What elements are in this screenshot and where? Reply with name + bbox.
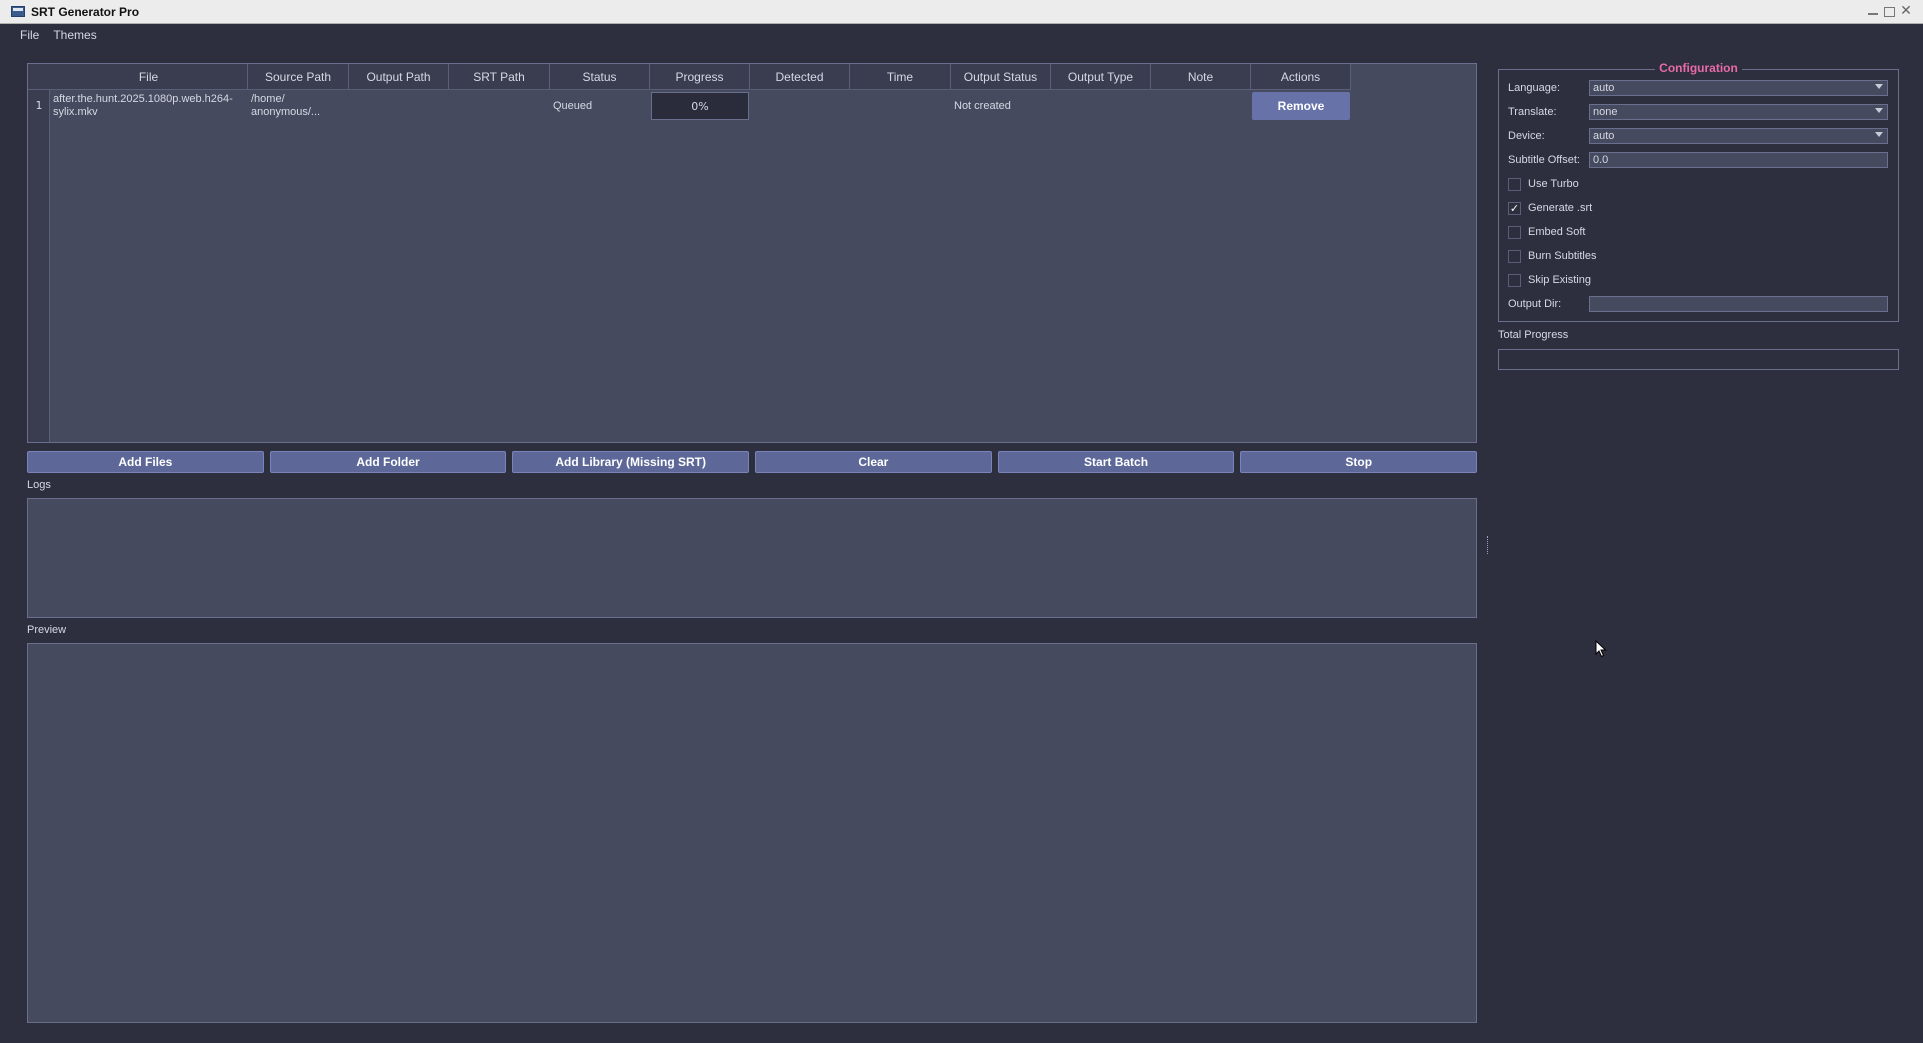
- window-title: SRT Generator Pro: [31, 4, 140, 19]
- row-number[interactable]: 1: [28, 91, 50, 121]
- cell-output-status[interactable]: Not created: [951, 91, 1051, 121]
- cell-file[interactable]: after.the.hunt.2025.1080p.web.h264-sylix…: [50, 91, 248, 121]
- output-dir-label: Output Dir:: [1508, 298, 1562, 310]
- generate-srt-row[interactable]: ✓ Generate .srt: [1508, 199, 1592, 217]
- column-header-time[interactable]: Time: [850, 64, 951, 90]
- column-header-file[interactable]: File: [50, 64, 248, 90]
- language-select[interactable]: auto: [1589, 80, 1888, 96]
- stop-button[interactable]: Stop: [1240, 451, 1478, 473]
- cell-output-type[interactable]: [1051, 91, 1151, 121]
- device-value: auto: [1593, 130, 1615, 142]
- column-header-output-type[interactable]: Output Type: [1051, 64, 1151, 90]
- configuration-title: Configuration: [1655, 61, 1742, 75]
- row-progress-bar: 0%: [651, 92, 749, 120]
- column-header-note[interactable]: Note: [1151, 64, 1251, 90]
- preview-label: Preview: [27, 624, 67, 636]
- close-icon[interactable]: ✕: [1899, 4, 1913, 18]
- title-bar: SRT Generator Pro ✕: [0, 0, 1923, 24]
- window-controls: ✕: [1866, 4, 1913, 18]
- embed-soft-label: Embed Soft: [1528, 226, 1586, 238]
- column-header-progress[interactable]: Progress: [650, 64, 750, 90]
- translate-label: Translate:: [1508, 106, 1557, 118]
- subtitle-offset-input[interactable]: 0.0: [1589, 152, 1888, 168]
- device-select[interactable]: auto: [1589, 128, 1888, 144]
- splitter-handle[interactable]: [1487, 536, 1489, 554]
- cell-note[interactable]: [1151, 91, 1251, 121]
- total-progress-label: Total Progress: [1498, 329, 1569, 341]
- cell-actions: Remove: [1251, 91, 1351, 121]
- column-header-output-path[interactable]: Output Path: [349, 64, 449, 90]
- maximize-icon[interactable]: [1884, 7, 1895, 17]
- device-row: Device: auto: [1508, 127, 1888, 145]
- burn-subtitles-checkbox[interactable]: [1508, 249, 1521, 263]
- language-label: Language:: [1508, 82, 1560, 94]
- subtitle-offset-label: Subtitle Offset:: [1508, 154, 1580, 166]
- total-progress-bar: [1498, 349, 1899, 370]
- remove-button[interactable]: Remove: [1252, 92, 1350, 120]
- skip-existing-row[interactable]: Skip Existing: [1508, 271, 1591, 289]
- subtitle-offset-row: Subtitle Offset: 0.0: [1508, 151, 1888, 169]
- menu-bar: File Themes: [0, 24, 1923, 46]
- column-header-actions[interactable]: Actions: [1251, 64, 1351, 90]
- skip-existing-label: Skip Existing: [1528, 274, 1591, 286]
- column-header-srt-path[interactable]: SRT Path: [449, 64, 550, 90]
- burn-subtitles-row[interactable]: Burn Subtitles: [1508, 247, 1596, 265]
- generate-srt-label: Generate .srt: [1528, 202, 1593, 214]
- chevron-down-icon: [1875, 108, 1883, 113]
- table-corner: [28, 64, 50, 90]
- cell-progress: 0%: [650, 91, 750, 121]
- chevron-down-icon: [1875, 132, 1883, 137]
- burn-subtitles-label: Burn Subtitles: [1528, 250, 1597, 262]
- app-icon: [11, 6, 25, 17]
- translate-row: Translate: none: [1508, 103, 1888, 121]
- menu-file[interactable]: File: [20, 28, 39, 42]
- add-files-button[interactable]: Add Files: [27, 451, 264, 473]
- cell-time[interactable]: [850, 91, 951, 121]
- logs-label: Logs: [27, 479, 51, 491]
- translate-value: none: [1593, 106, 1618, 118]
- skip-existing-checkbox[interactable]: [1508, 273, 1521, 287]
- cell-output-path[interactable]: [349, 91, 449, 121]
- action-button-row: Add Files Add Folder Add Library (Missin…: [27, 451, 1478, 473]
- configuration-panel: Configuration Language: auto Translate: …: [1498, 61, 1899, 322]
- translate-select[interactable]: none: [1589, 104, 1888, 120]
- output-dir-row: Output Dir:: [1508, 295, 1888, 313]
- minimize-icon[interactable]: [1866, 5, 1880, 18]
- cell-srt-path[interactable]: [449, 91, 550, 121]
- use-turbo-checkbox[interactable]: [1508, 177, 1521, 191]
- output-dir-input[interactable]: [1589, 296, 1888, 312]
- preview-panel[interactable]: [27, 643, 1477, 1023]
- table-header: File Source Path Output Path SRT Path St…: [50, 64, 1351, 90]
- embed-soft-row[interactable]: Embed Soft: [1508, 223, 1585, 241]
- clear-button[interactable]: Clear: [755, 451, 992, 473]
- chevron-down-icon: [1875, 84, 1883, 89]
- language-row: Language: auto: [1508, 79, 1888, 97]
- menu-themes[interactable]: Themes: [53, 28, 96, 42]
- cell-detected[interactable]: [750, 91, 850, 121]
- device-label: Device:: [1508, 130, 1545, 142]
- column-header-detected[interactable]: Detected: [750, 64, 850, 90]
- column-header-status[interactable]: Status: [550, 64, 650, 90]
- use-turbo-row[interactable]: Use Turbo: [1508, 175, 1579, 193]
- cell-source-path[interactable]: /home/ anonymous/...: [248, 91, 349, 121]
- column-header-source-path[interactable]: Source Path: [248, 64, 349, 90]
- embed-soft-checkbox[interactable]: [1508, 225, 1521, 239]
- cell-status[interactable]: Queued: [550, 91, 650, 121]
- mouse-cursor-icon: [1595, 640, 1607, 658]
- language-value: auto: [1593, 82, 1615, 94]
- column-header-output-status[interactable]: Output Status: [951, 64, 1051, 90]
- logs-panel[interactable]: [27, 498, 1477, 618]
- use-turbo-label: Use Turbo: [1528, 178, 1579, 190]
- table-row[interactable]: after.the.hunt.2025.1080p.web.h264-sylix…: [50, 91, 1351, 121]
- add-library-button[interactable]: Add Library (Missing SRT): [512, 451, 750, 473]
- file-queue-table: 1 File Source Path Output Path SRT Path …: [27, 63, 1477, 443]
- start-batch-button[interactable]: Start Batch: [997, 451, 1235, 473]
- add-folder-button[interactable]: Add Folder: [269, 451, 507, 473]
- generate-srt-checkbox[interactable]: ✓: [1508, 201, 1521, 215]
